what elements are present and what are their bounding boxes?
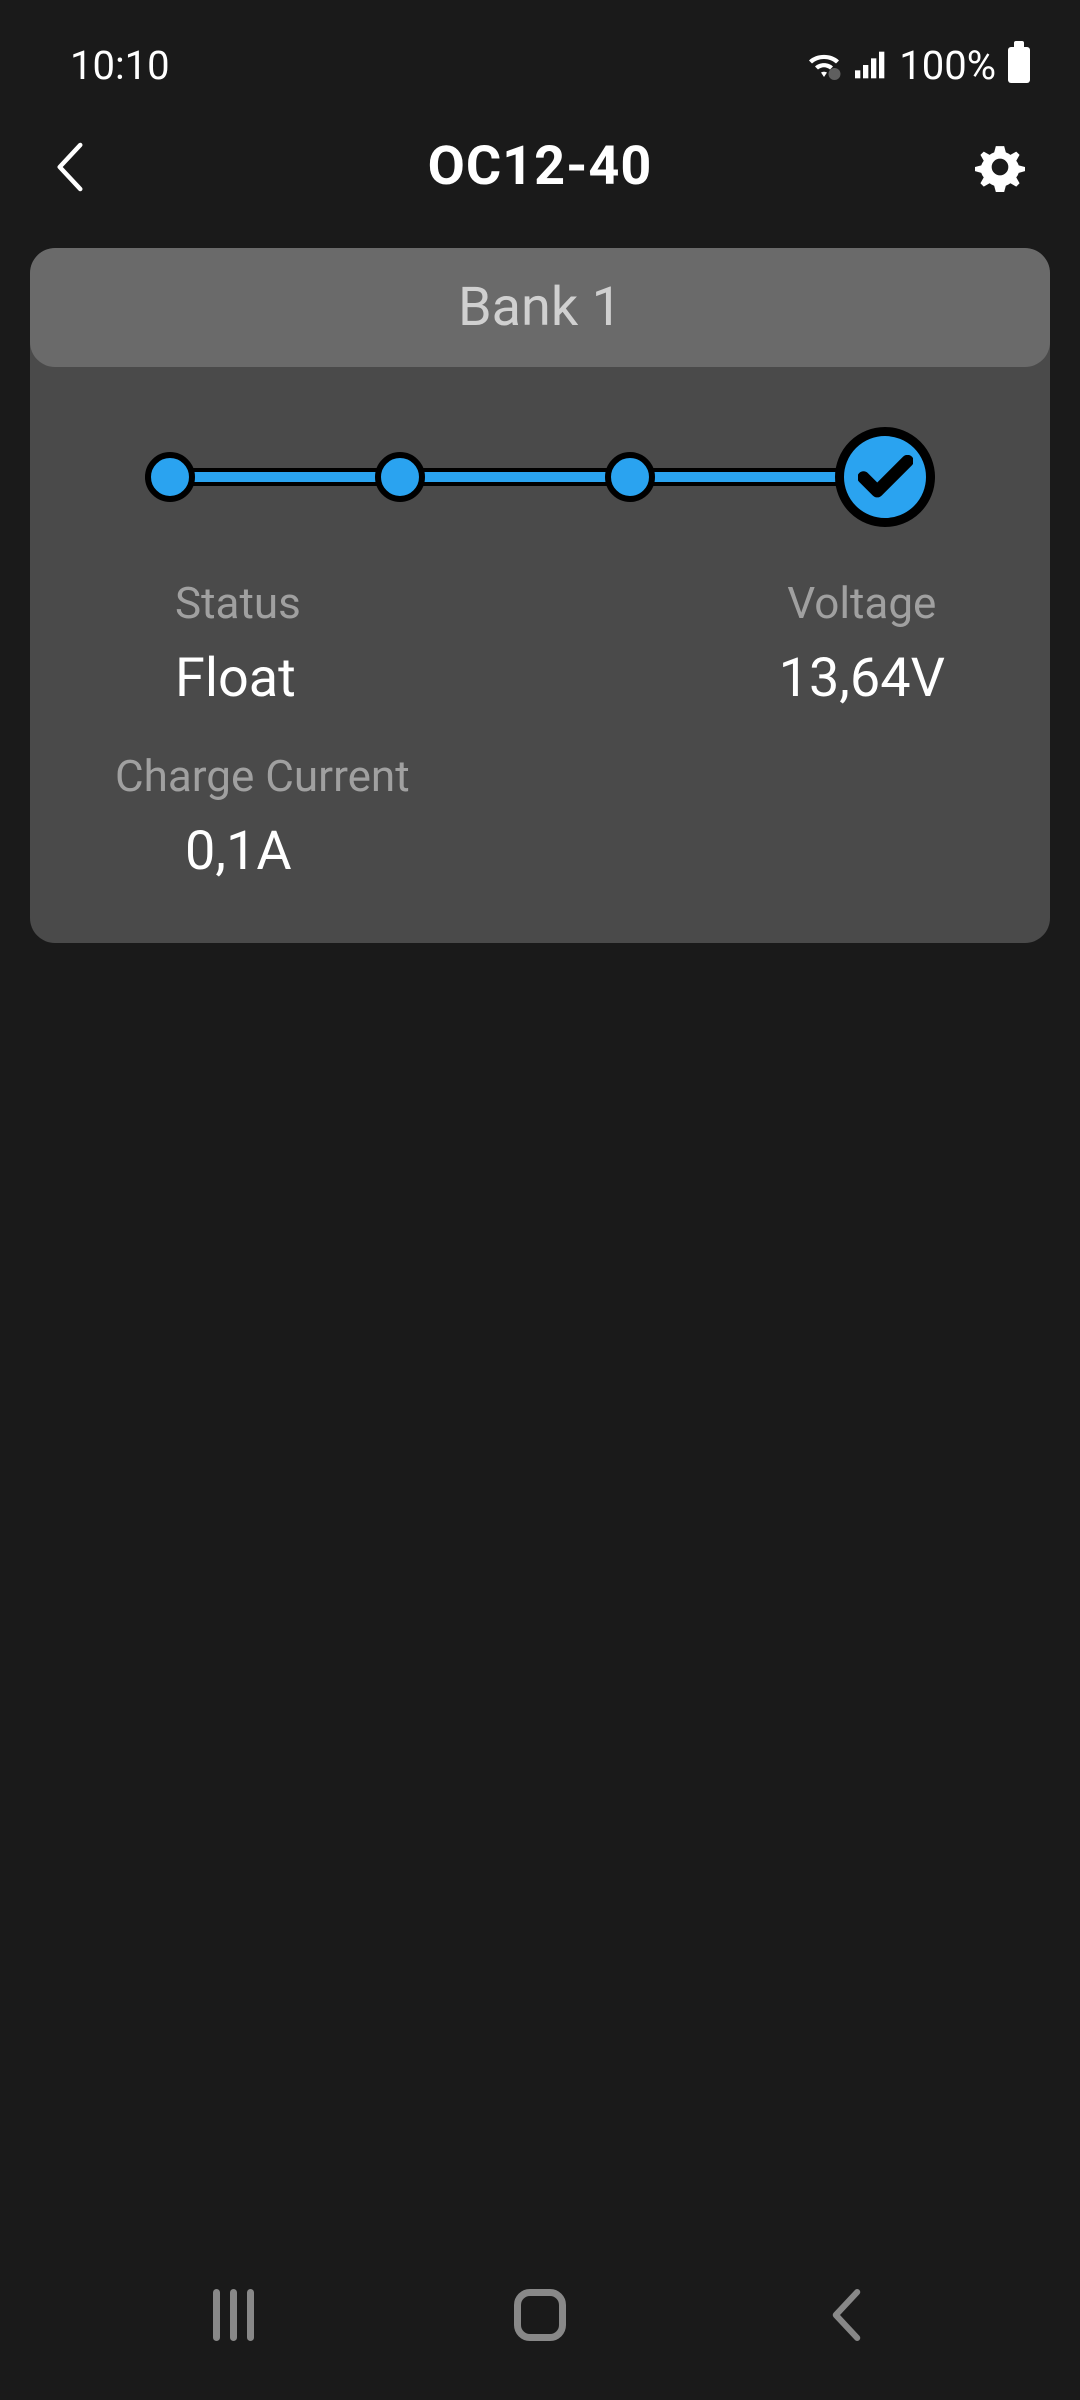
status-right: 100% — [805, 42, 1030, 89]
settings-button[interactable] — [965, 137, 1025, 197]
progress-node-1 — [145, 452, 195, 502]
voltage-label: Voltage — [779, 577, 945, 629]
voltage-value: 13,64V — [779, 647, 945, 710]
page-title: OC12-40 — [428, 135, 653, 198]
progress-node-2 — [375, 452, 425, 502]
back-button[interactable] — [55, 137, 115, 197]
metrics-row: Status Float Voltage 13,64V — [115, 577, 965, 710]
nav-recents-button[interactable] — [193, 2275, 273, 2355]
progress-nodes — [145, 427, 935, 527]
battery-icon — [1008, 47, 1030, 83]
nav-back-button[interactable] — [807, 2275, 887, 2355]
charge-current-value: 0,1A — [185, 820, 965, 883]
app-header: OC12-40 — [0, 95, 1080, 248]
status-label: Status — [175, 577, 301, 629]
bank-card-header: Bank 1 — [30, 248, 1050, 367]
progress-node-complete — [835, 427, 935, 527]
signal-icon — [855, 51, 887, 79]
voltage-metric: Voltage 13,64V — [779, 577, 945, 710]
charge-current-metric: Charge Current 0,1A — [115, 750, 965, 883]
charge-progress — [145, 437, 935, 517]
status-value: Float — [175, 647, 301, 710]
bank-card[interactable]: Bank 1 Status Float — [30, 248, 1050, 943]
system-nav-bar — [0, 2230, 1080, 2400]
status-metric: Status Float — [175, 577, 301, 710]
bank-title: Bank 1 — [30, 276, 1050, 339]
charge-current-label: Charge Current — [115, 750, 965, 802]
checkmark-icon — [858, 455, 913, 500]
progress-node-3 — [605, 452, 655, 502]
status-time: 10:10 — [70, 42, 170, 89]
home-icon — [514, 2289, 566, 2341]
wifi-icon — [805, 50, 843, 80]
nav-back-chevron-icon — [829, 2289, 864, 2341]
status-battery-percent: 100% — [899, 42, 996, 89]
nav-home-button[interactable] — [500, 2275, 580, 2355]
bank-card-body: Status Float Voltage 13,64V Charge Curre… — [30, 367, 1050, 943]
recents-icon — [213, 2289, 254, 2341]
back-chevron-icon — [55, 142, 85, 192]
status-bar: 10:10 100% — [0, 0, 1080, 95]
gear-icon — [975, 142, 1025, 192]
